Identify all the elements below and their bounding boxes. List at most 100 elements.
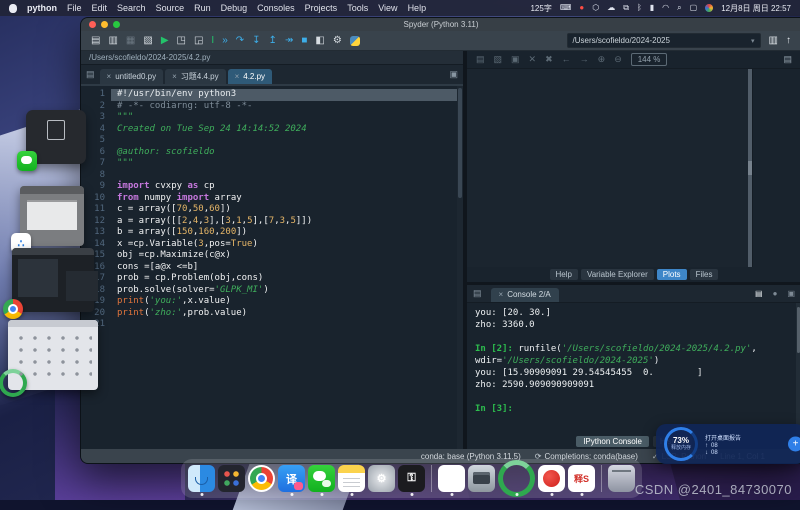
ipython-console[interactable]: you: [20. 30.]zho: 3360.0In [2]: runfile… [467,303,800,434]
search-icon[interactable]: ⌕ [677,4,681,12]
menu-item-view[interactable]: View [378,3,397,13]
zoom-window-button[interactable] [113,21,120,28]
pythonpath-icon[interactable] [350,36,360,46]
dock-icon-apple-red[interactable] [538,465,565,492]
menu-item-tools[interactable]: Tools [347,3,368,13]
menu-item-consoles[interactable]: Consoles [257,3,295,13]
pane-tab-plots[interactable]: Plots [657,269,687,280]
plots-options-menu-icon[interactable]: ▤ [783,54,792,65]
dock-icon-cloudapp[interactable]: ∴ [438,465,465,492]
code-line-5[interactable]: 5 [81,135,463,147]
save-plot-icon[interactable]: ▤ [476,55,485,64]
wifi-icon[interactable]: ◠ [662,4,669,12]
window-titlebar[interactable]: Spyder (Python 3.11) [81,18,800,31]
step-into-icon[interactable]: ↧ [252,36,260,46]
code-line-2[interactable]: 2# -*- codiarng: utf-8 -*- [81,101,463,113]
console-options-icon[interactable]: ▣ [787,289,795,298]
keyboard-icon[interactable]: ⌨ [560,4,572,12]
menu-item-run[interactable]: Run [194,3,211,13]
plots-thumbnail-column[interactable] [752,69,800,267]
dock-icon-launchpad[interactable] [218,465,245,492]
menu-item-file[interactable]: File [67,3,82,13]
menu-clock[interactable]: 12月8日 周日 22:57 [721,3,791,14]
close-window-button[interactable] [89,21,96,28]
close-tab-icon[interactable]: × [235,72,240,81]
stop-icon[interactable]: ■ [301,36,307,46]
step-out-icon[interactable]: ↥ [269,36,277,46]
code-line-8[interactable]: 8 [81,170,463,182]
save-all-plots-icon[interactable]: ▧ [494,55,503,64]
desktop-report-link[interactable]: 打开桌面报告 [705,433,741,442]
run-cell-icon[interactable]: ◳ [177,36,186,46]
dock-icon-notes[interactable] [338,465,365,492]
close-tab-icon[interactable]: × [172,72,177,81]
display-icon[interactable]: ▢ [690,4,698,12]
code-editor[interactable]: 1#!/usr/bin/env python32# -*- codiarng: … [81,86,463,449]
pane-tab-variable-explorer[interactable]: Variable Explorer [581,269,654,280]
dock-icon-keychain[interactable]: ⚿ [398,465,425,492]
editor-tab-untitled0.py[interactable]: ×untitled0.py [100,69,164,84]
editor-tab-4.2.py[interactable]: ×4.2.py [228,69,272,84]
zoom-out-icon[interactable]: ⊖ [614,55,622,64]
run-cell-advance-icon[interactable]: ◲ [194,36,203,46]
interrupt-kernel-icon[interactable]: ● [773,289,778,298]
dock-icon-settings[interactable]: ⚙ [368,465,395,492]
input-method-indicator[interactable]: 125字 [530,3,551,14]
menu-item-source[interactable]: Source [156,3,185,13]
code-line-6[interactable]: 6@author: scofieldo [81,147,463,159]
pane-tab-files[interactable]: Files [690,269,719,280]
code-line-14[interactable]: 14x =cp.Variable(3,pos=True) [81,239,463,251]
code-line-9[interactable]: 9import cvxpy as cp [81,181,463,193]
memory-gauge[interactable]: 73% 释放内存 [664,427,698,461]
dock-icon-chrome[interactable] [248,465,275,492]
zoom-in-icon[interactable]: ⊕ [598,55,606,64]
code-line-13[interactable]: 13b = array([150,160,200]) [81,227,463,239]
remove-all-plots-icon[interactable]: ✖ [545,55,553,64]
code-line-7[interactable]: 7""" [81,158,463,170]
open-file-icon[interactable]: ▥ [108,36,117,46]
console-scrollbar[interactable] [796,303,800,434]
cloud-icon[interactable]: ☁ [607,4,615,12]
battery-icon[interactable]: ▮ [650,4,654,12]
remove-plot-icon[interactable]: ✕ [529,55,537,64]
bottom-tab-ipython-console[interactable]: IPython Console [576,436,649,447]
active-app-menu[interactable]: python [27,3,57,13]
apple-menu-icon[interactable] [9,4,17,13]
menu-item-debug[interactable]: Debug [221,3,248,13]
editor-tab-习题4.4.py[interactable]: ×习题4.4.py [165,69,225,84]
plots-canvas[interactable] [467,69,748,267]
code-line-15[interactable]: 15obj =cp.Maximize(c@x) [81,250,463,262]
dock-icon-greenring[interactable] [498,460,535,497]
dock-icon-ksapp[interactable]: 释S [568,465,595,492]
continue-icon[interactable]: ↠ [285,36,293,46]
file-path-breadcrumb[interactable]: /Users/scofieldo/2024-2025/4.2.py [89,53,210,62]
new-file-icon[interactable]: ▤ [91,36,100,46]
add-button[interactable]: + [788,437,800,452]
plots-splitter[interactable] [748,69,752,267]
browse-tabs-icon[interactable]: ▤ [86,69,95,80]
dock-icon-trash[interactable] [608,465,635,492]
dock-icon-finder[interactable] [188,465,215,492]
memory-cleaner-widget[interactable]: 73% 释放内存 打开桌面报告 ↑ 08 ↓ 08 + [656,424,800,464]
menu-item-projects[interactable]: Projects [305,3,338,13]
new-console-icon[interactable]: ▤ [755,289,763,298]
shapes-icon[interactable]: ⬡ [592,4,599,12]
preferences-wrench-icon[interactable]: ⚙ [333,36,342,46]
copy-plot-icon[interactable]: ▣ [511,55,520,64]
maximize-pane-icon[interactable]: ◧ [315,36,324,46]
step-over-icon[interactable]: ↷ [236,36,244,46]
run-selection-icon[interactable]: I [211,36,214,46]
debug-icon[interactable]: » [222,36,228,46]
code-line-11[interactable]: 11c = array([70,50,60]) [81,204,463,216]
color-dot-icon[interactable]: ● [705,4,713,12]
previous-plot-icon[interactable]: ← [562,55,571,64]
pane-tab-help[interactable]: Help [550,269,578,280]
close-tab-icon[interactable]: × [107,72,112,81]
browse-directory-icon[interactable]: ▥ [769,35,778,46]
browse-console-tabs-icon[interactable]: ▤ [473,288,482,299]
tab-options-icon[interactable]: ▣ [449,69,458,80]
parent-directory-icon[interactable]: ↑ [786,35,791,46]
next-plot-icon[interactable]: → [580,55,589,64]
scrollbar-handle[interactable] [458,88,462,198]
dock-icon-translate[interactable]: 译 [278,465,305,492]
